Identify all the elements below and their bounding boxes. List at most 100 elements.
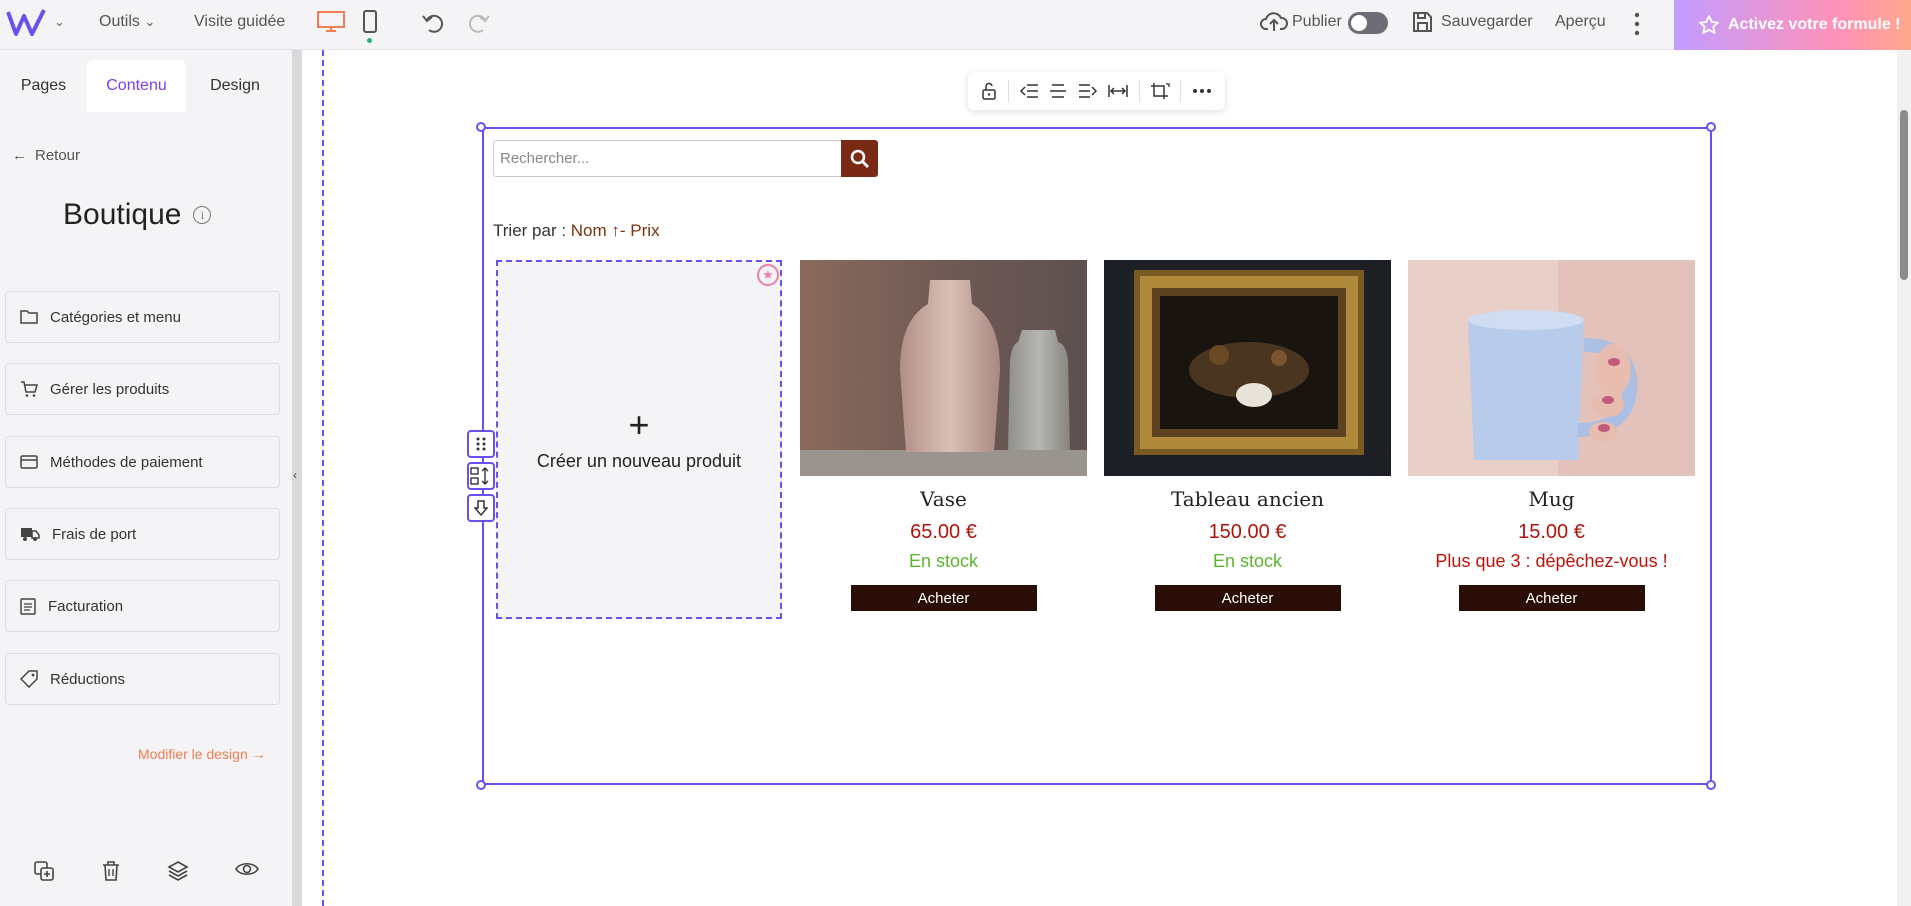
tab-design[interactable]: Design [186, 60, 284, 112]
arrow-left-icon: ← [12, 147, 27, 164]
product-name[interactable]: Vase [800, 484, 1087, 514]
resize-handle[interactable] [476, 780, 486, 790]
credit-card-icon [20, 455, 38, 469]
resize-handle[interactable] [476, 122, 486, 132]
move-down-icon[interactable] [467, 494, 495, 522]
save-button[interactable]: Sauvegarder [1441, 13, 1533, 31]
align-right-icon[interactable] [1078, 83, 1098, 99]
product-price: 15.00 € [1518, 521, 1585, 543]
sidebar-item-products[interactable]: Gérer les produits [5, 363, 280, 415]
desktop-view-icon[interactable] [316, 10, 346, 34]
resize-handle[interactable] [1706, 122, 1716, 132]
tools-menu[interactable]: Outils ⌄ [99, 13, 155, 31]
top-bar: ⌄ Outils ⌄ Visite guidée Publier Sauvega… [0, 0, 1911, 50]
sidebar-item-label: Gérer les produits [50, 380, 170, 398]
star-badge-icon[interactable]: ★ [757, 264, 779, 286]
logo-icon[interactable] [6, 6, 46, 40]
info-icon[interactable]: i [193, 206, 212, 224]
product-stock-status: En stock [1212, 551, 1283, 571]
cloud-upload-icon[interactable] [1260, 10, 1288, 34]
chevron-left-icon[interactable]: ‹ [293, 468, 297, 482]
block-toolbar [968, 72, 1225, 110]
clipboard-icon [20, 598, 36, 615]
truck-icon [21, 528, 40, 541]
active-indicator-dot [367, 38, 372, 43]
tab-contenu[interactable]: Contenu [87, 60, 186, 112]
resize-handle[interactable] [1706, 780, 1716, 790]
product-stock-status: Plus que 3 : dépêchez-vous ! [1435, 551, 1668, 571]
page-title-text: Boutique [63, 198, 182, 231]
mobile-view-icon[interactable] [362, 10, 378, 34]
sidebar-item-shipping[interactable]: Frais de port [5, 508, 280, 560]
search-input[interactable]: Rechercher... [493, 140, 842, 177]
create-product-card[interactable]: + Créer un nouveau produit [496, 260, 782, 619]
toolbar-separator [1180, 80, 1182, 102]
back-link[interactable]: ← Retour [12, 147, 80, 164]
back-label: Retour [35, 147, 81, 164]
chevron-down-icon: ⌄ [144, 14, 156, 29]
product-name[interactable]: Tableau ancien [1104, 484, 1391, 514]
product-name[interactable]: Mug [1408, 484, 1695, 514]
sort-by-price[interactable]: Prix [630, 221, 659, 240]
activate-plan-label: Activez votre formule ! [1728, 16, 1901, 33]
preview-button[interactable]: Aperçu [1555, 13, 1606, 31]
sort-by-name[interactable]: Nom ↑ [571, 221, 620, 240]
height-adjust-icon[interactable] [467, 462, 495, 490]
more-vertical-icon[interactable] [1632, 12, 1642, 36]
page-title: Boutique i [63, 198, 212, 232]
product-price: 65.00 € [910, 521, 977, 543]
redo-icon[interactable] [465, 10, 491, 36]
buy-button[interactable]: Acheter [850, 585, 1037, 611]
more-horizontal-icon[interactable] [1192, 88, 1212, 94]
product-card: Tableau ancien 150.00 € En stock Acheter [1104, 260, 1391, 611]
sidebar-item-billing[interactable]: Facturation [5, 580, 280, 632]
chevron-down-icon[interactable]: ⌄ [54, 14, 65, 30]
publish-toggle[interactable] [1348, 12, 1388, 34]
product-image-mug[interactable] [1408, 260, 1695, 476]
sort-bar: Trier par : Nom ↑- Prix [493, 221, 660, 241]
eye-icon[interactable] [235, 860, 259, 878]
tag-icon [20, 670, 38, 688]
save-icon[interactable] [1410, 10, 1434, 34]
full-width-icon[interactable] [1108, 83, 1128, 99]
tab-pages[interactable]: Pages [0, 60, 87, 112]
buy-button[interactable]: Acheter [1458, 585, 1645, 611]
page-boundary-left [322, 50, 324, 906]
plus-icon: + [628, 404, 650, 445]
sidebar-item-label: Frais de port [52, 525, 137, 543]
search-icon [850, 149, 869, 168]
drag-handle-icon[interactable] [467, 430, 495, 458]
product-image-painting[interactable] [1104, 260, 1391, 476]
product-price: 150.00 € [1208, 521, 1287, 543]
modify-design-link[interactable]: Modifier le design → [138, 746, 266, 762]
sidebar-bottom-toolbar [0, 860, 292, 882]
duplicate-icon[interactable] [33, 860, 55, 882]
sidebar-item-label: Réductions [50, 670, 126, 688]
create-product-label: Créer un nouveau produit [536, 451, 742, 471]
sidebar-item-categories[interactable]: Catégories et menu [5, 291, 280, 343]
undo-icon[interactable] [421, 10, 447, 36]
star-outline-icon [1699, 15, 1719, 34]
buy-button[interactable]: Acheter [1154, 585, 1341, 611]
sidebar-item-label: Méthodes de paiement [50, 453, 203, 471]
trash-icon[interactable] [101, 860, 121, 882]
toolbar-separator [1138, 80, 1140, 102]
product-image-vase[interactable] [800, 260, 1087, 476]
panel-splitter[interactable]: ‹ [292, 50, 302, 906]
layers-icon[interactable] [167, 860, 189, 882]
align-center-icon[interactable] [1049, 83, 1067, 99]
sidebar-item-discounts[interactable]: Réductions [5, 653, 280, 705]
scrollbar-thumb[interactable] [1900, 110, 1908, 280]
canvas-scrollbar[interactable] [1897, 50, 1911, 906]
sidebar-tabs: Pages Contenu Design [0, 60, 284, 112]
search-button[interactable] [841, 140, 878, 177]
crop-resize-icon[interactable] [1150, 82, 1170, 100]
publish-label[interactable]: Publier [1292, 13, 1342, 31]
sidebar-item-payment[interactable]: Méthodes de paiement [5, 436, 280, 488]
align-left-icon[interactable] [1019, 83, 1039, 99]
cart-icon [21, 381, 38, 397]
guided-tour-link[interactable]: Visite guidée [194, 13, 285, 31]
block-side-tools [467, 430, 495, 522]
unlock-icon[interactable] [981, 82, 997, 100]
activate-plan-button[interactable]: Activez votre formule ! [1674, 0, 1911, 50]
